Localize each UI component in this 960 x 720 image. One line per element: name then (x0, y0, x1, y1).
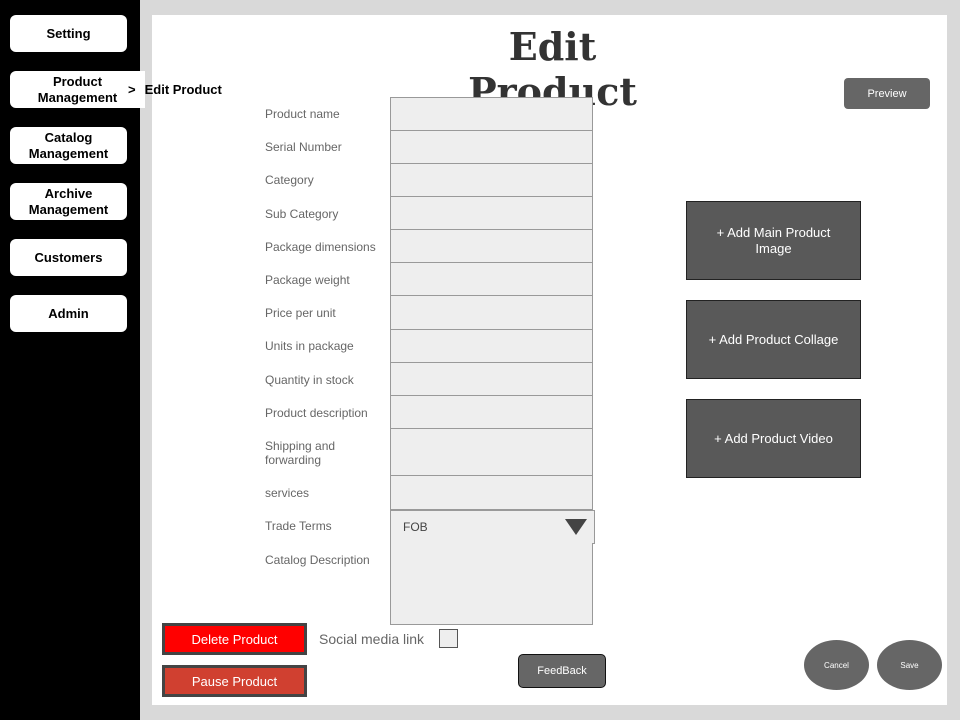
delete-product-button[interactable]: Delete Product (162, 623, 307, 655)
trade-terms-value: FOB (403, 520, 428, 534)
field-label-price-per-unit: Price per unit (265, 306, 336, 320)
field-label-units-in-package: Units in package (265, 339, 354, 353)
field-label-trade-terms: Trade Terms (265, 519, 332, 533)
product-name-input[interactable] (390, 97, 593, 131)
add-collage-label: + Add Product Collage (708, 331, 839, 347)
breadcrumb: > Edit Product (128, 82, 222, 97)
add-main-image-label: + Add Main Product Image (716, 224, 831, 256)
sidebar-item-label: Customers (34, 249, 103, 265)
price-per-unit-input[interactable] (390, 296, 593, 330)
package-weight-input[interactable] (390, 263, 593, 296)
pause-product-button[interactable]: Pause Product (162, 665, 307, 697)
field-label-category: Category (265, 173, 314, 187)
sidebar-item-label: Archive Management (28, 185, 109, 217)
preview-button[interactable]: Preview (844, 78, 930, 109)
add-video-button[interactable]: + Add Product Video (686, 399, 861, 478)
quantity-in-stock-input[interactable] (390, 363, 593, 396)
breadcrumb-current: Edit Product (144, 82, 222, 97)
package-dimensions-input[interactable] (390, 230, 593, 263)
shipping-forwarding-input[interactable] (390, 429, 593, 476)
field-label-product-description: Product description (265, 406, 368, 420)
field-label-quantity-in-stock: Quantity in stock (265, 373, 354, 387)
sidebar: Setting Product Management Catalog Manag… (0, 0, 145, 720)
add-video-label: + Add Product Video (714, 430, 833, 446)
sub-category-input[interactable] (390, 197, 593, 230)
field-label-catalog-description: Catalog Description (265, 553, 370, 567)
sidebar-item-label: Product Management (37, 73, 118, 105)
field-label-sub-category: Sub Category (265, 207, 339, 221)
sidebar-item-setting[interactable]: Setting (10, 15, 127, 52)
field-label-package-weight: Package weight (265, 273, 350, 287)
product-description-input[interactable] (390, 396, 593, 429)
add-collage-button[interactable]: + Add Product Collage (686, 300, 861, 379)
sidebar-item-admin[interactable]: Admin (10, 295, 127, 332)
social-media-link-label: Social media link (319, 631, 425, 647)
dropdown-arrow-icon[interactable] (565, 519, 587, 535)
social-media-checkbox[interactable] (439, 629, 458, 648)
sidebar-item-label: Catalog Management (28, 129, 109, 161)
trade-terms-select[interactable]: FOB (390, 510, 595, 544)
services-input[interactable] (390, 476, 593, 510)
field-label-product-name: Product name (265, 107, 340, 121)
field-label-shipping-forwarding: Shipping and forwarding (265, 439, 336, 467)
sidebar-item-product-management[interactable]: Product Management (10, 71, 145, 108)
field-label-services: services (265, 486, 310, 500)
sidebar-item-archive-management[interactable]: Archive Management (10, 183, 127, 220)
catalog-description-input[interactable] (390, 543, 593, 625)
feedback-button[interactable]: FeedBack (518, 654, 606, 688)
add-main-image-button[interactable]: + Add Main Product Image (686, 201, 861, 280)
cancel-button[interactable]: Cancel (804, 640, 869, 690)
field-label-package-dimensions: Package dimensions (265, 240, 376, 254)
sidebar-item-label: Setting (46, 25, 91, 41)
serial-number-input[interactable] (390, 131, 593, 164)
sidebar-item-customers[interactable]: Customers (10, 239, 127, 276)
save-button[interactable]: Save (877, 640, 942, 690)
category-input[interactable] (390, 164, 593, 197)
field-label-serial-number: Serial Number (265, 140, 342, 154)
breadcrumb-separator: > (128, 82, 136, 97)
sidebar-item-label: Admin (48, 305, 89, 321)
sidebar-item-catalog-management[interactable]: Catalog Management (10, 127, 127, 164)
units-in-package-input[interactable] (390, 330, 593, 363)
